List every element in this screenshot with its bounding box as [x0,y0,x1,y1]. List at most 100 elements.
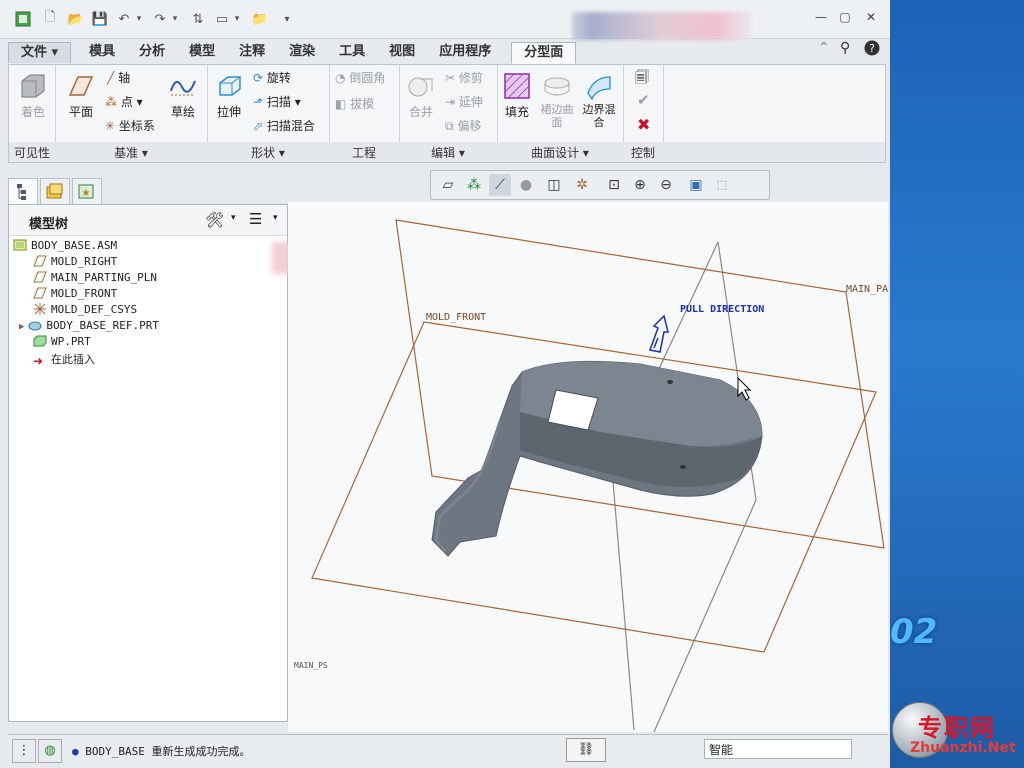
model-tree-header: 模型树 🛠 ▾ ☰ ▾ [9,205,287,236]
undo-dropdown-icon[interactable]: ▾ [134,10,144,28]
graphics-toolbar: ▱ ⁂ ⟋ ● ◫ ✲ ⊡ ⊕ ⊖ ▣ ⬚ [430,170,770,200]
tree-item[interactable]: MOLD_DEF_CSYS [33,303,137,319]
tree-item[interactable]: WP.PRT [33,335,91,351]
window-title-blurred [572,12,752,40]
favorites-tab[interactable]: ★ [72,178,102,206]
display-style-icon[interactable]: ◫ [543,174,565,196]
plane-button[interactable]: 平面 [61,67,101,120]
redo-dropdown-icon[interactable]: ▾ [170,10,180,28]
zoom-out-icon[interactable]: ⊖ [655,174,677,196]
tree-item[interactable]: ▶ BODY_BASE_REF.PRT [19,319,159,335]
save-icon[interactable]: 💾 [90,10,110,28]
tab-parting-surface[interactable]: 分型面 [511,42,577,64]
axis-button[interactable]: ╱ 轴 [107,69,130,86]
shading-button[interactable]: 着色 [13,67,53,120]
extrude-button[interactable]: 拉伸 [209,67,249,120]
selection-filter-select[interactable]: 智能 [704,739,852,759]
appearance-icon[interactable]: ● [515,174,537,196]
sketch-button[interactable]: 草绘 [163,67,203,120]
tab-view[interactable]: 视图 [377,42,427,62]
close-button[interactable]: ✕ [862,10,880,26]
ok-check-icon[interactable]: ✔ [637,91,650,109]
tab-annotate[interactable]: 注释 [227,42,277,62]
open-file-icon[interactable]: 📂 [66,10,86,28]
tab-file[interactable]: 文件 ▾ [8,42,72,63]
tab-model[interactable]: 模型 [177,42,227,62]
folder-browser-tab[interactable] [40,178,70,206]
search-icon[interactable]: ⚲ [840,40,850,56]
maximize-button[interactable]: ▢ [836,10,854,26]
undo-icon[interactable]: ↶ [114,10,134,28]
insert-here-item[interactable]: ➜ 在此插入 [33,351,95,368]
zoom-in-icon[interactable]: ⊕ [629,174,651,196]
fill-icon [504,73,530,99]
windows-icon[interactable]: ▭ [212,10,232,28]
boundary-blend-button[interactable]: 边界混合 [579,67,619,129]
customize-toolbar-icon[interactable]: ▾ [280,10,294,28]
boundary-blend-icon [587,76,611,101]
tab-render[interactable]: 渲染 [277,42,327,62]
tree-item[interactable]: MOLD_RIGHT [33,255,117,271]
tree-show-dropdown-icon[interactable]: ▾ [273,213,278,223]
draft-button[interactable]: ◧ 拔模 [335,95,374,112]
extend-button[interactable]: ⇥ 延伸 [445,93,483,110]
help-icon[interactable]: ? [864,40,880,60]
point-button[interactable]: ⁂ 点 ▾ [105,93,143,110]
skirt-surface-button[interactable]: 裙边曲面 [537,67,577,129]
repaint-icon[interactable]: ▣ [685,174,707,196]
properties-icon[interactable]: 🗐 [635,67,649,91]
orient-mode-icon[interactable]: ⬚ [711,174,733,196]
group-label-datum[interactable]: 基准 ▾ [55,144,207,161]
tree-item[interactable]: BODY_BASE.ASM [13,239,117,255]
tab-tools[interactable]: 工具 [327,42,377,62]
csys-icon [34,303,46,315]
spin-center-icon[interactable]: ⁂ [463,174,485,196]
mold-front-label: MOLD_FRONT [426,312,486,323]
tree-settings-dropdown-icon[interactable]: ▾ [231,213,236,223]
main-ps-label: MAIN_PS [294,661,328,670]
new-file-icon[interactable]: 🗋 [40,10,60,28]
annotation-display-icon[interactable]: ✲ [571,174,593,196]
expand-arrow-icon[interactable]: ▶ [19,322,24,332]
browser-toggle-icon[interactable]: ◍ [38,739,62,763]
navigator-toggle-icon[interactable]: ⋮ [12,739,36,763]
tab-applications[interactable]: 应用程序 [427,42,503,62]
group-control: 🗐 ✔ ✖ [623,65,664,143]
fill-button[interactable]: 填充 [497,67,537,120]
round-button[interactable]: ◔ 倒圆角 [335,69,385,86]
tab-analysis[interactable]: 分析 [127,42,177,62]
trim-button[interactable]: ✂ 修剪 [445,69,483,86]
tab-mold[interactable]: 模具 [77,42,127,62]
tree-item[interactable]: MOLD_FRONT [33,287,117,303]
merge-button[interactable]: 合并 [401,67,441,120]
minimize-button[interactable]: — [812,10,830,26]
tree-settings-icon[interactable]: 🛠 [205,211,224,229]
saved-views-icon[interactable]: ▱ [437,174,459,196]
sweep-button[interactable]: ⬏ 扫描 ▾ [253,93,301,110]
find-icon[interactable]: ⛓ [566,738,606,762]
redo-icon[interactable]: ↷ [150,10,170,28]
close-window-folder-icon[interactable]: 📁 [250,10,270,28]
revolve-button[interactable]: ⟳ 旋转 [253,69,291,86]
group-label-control: 控制 [630,146,655,160]
regenerate-icon[interactable]: ⇅ [188,10,208,28]
swept-blend-button[interactable]: ⬀ 扫描混合 [253,117,315,134]
group-label-editing[interactable]: 编辑 ▾ [399,144,497,161]
refit-icon[interactable]: ⊡ [603,174,625,196]
cancel-x-icon[interactable]: ✖ [637,115,650,134]
model-view-canvas: PULL DIRECTION MOLD_FRONT MAIN_PA MAIN_P… [294,219,888,733]
datum-plane-icon [68,76,94,96]
datum-display-icon[interactable]: ⟋ [489,174,511,196]
offset-button[interactable]: ⧉ 偏移 [445,117,481,134]
csys-button[interactable]: ✳ 坐标系 [105,117,155,134]
minimize-ribbon-icon[interactable]: ⌃ [818,40,830,56]
pull-direction-label: PULL DIRECTION [680,304,764,315]
skirt-surface-icon [544,77,570,96]
tree-show-icon[interactable]: ☰ [249,210,262,228]
group-label-shape[interactable]: 形状 ▾ [207,144,329,161]
tree-item[interactable]: MAIN_PARTING_PLN [33,271,157,287]
group-label-surface-design[interactable]: 曲面设计 ▾ [497,144,623,161]
graphics-window[interactable]: PULL DIRECTION MOLD_FRONT MAIN_PA MAIN_P… [288,202,888,733]
model-tree-tab[interactable] [8,178,38,206]
windows-dropdown-icon[interactable]: ▾ [232,10,242,28]
